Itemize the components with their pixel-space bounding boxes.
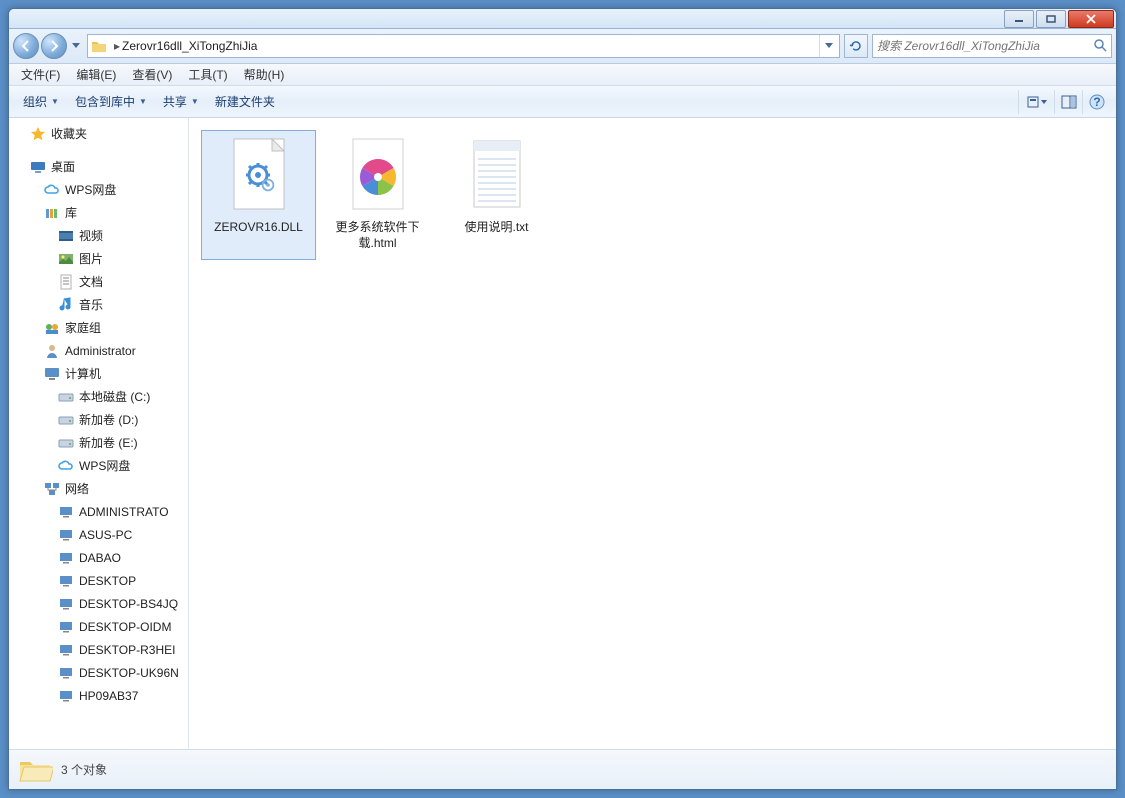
sidebar-videos[interactable]: 视频 <box>9 224 188 247</box>
pc-icon <box>57 664 75 682</box>
file-label: 使用说明.txt <box>464 220 528 236</box>
sidebar-net-3[interactable]: DESKTOP <box>9 569 188 592</box>
pc-icon <box>57 641 75 659</box>
refresh-button[interactable] <box>844 34 868 58</box>
file-label: 更多系统软件下载.html <box>326 220 429 251</box>
libraries-icon <box>43 204 61 222</box>
sidebar-music[interactable]: 音乐 <box>9 293 188 316</box>
search-box[interactable] <box>872 34 1112 58</box>
menu-edit[interactable]: 编辑(E) <box>68 64 124 86</box>
sidebar-local-c[interactable]: 本地磁盘 (C:) <box>9 385 188 408</box>
sidebar-wps2[interactable]: WPS网盘 <box>9 454 188 477</box>
sidebar-network[interactable]: 网络 <box>9 477 188 500</box>
preview-pane-button[interactable] <box>1054 90 1082 114</box>
address-bar[interactable]: ▸ Zerovr16dll_XiTongZhiJia <box>87 34 840 58</box>
file-item[interactable]: 使用说明.txt <box>439 130 554 260</box>
sidebar-libraries[interactable]: 库 <box>9 201 188 224</box>
sidebar-net-8[interactable]: HP09AB37 <box>9 684 188 707</box>
computer-icon <box>43 365 61 383</box>
sidebar-documents[interactable]: 文档 <box>9 270 188 293</box>
sidebar-wps[interactable]: WPS网盘 <box>9 178 188 201</box>
file-item[interactable]: ZEROVR16.DLL <box>201 130 316 260</box>
pc-icon <box>57 549 75 567</box>
menu-bar: 文件(F) 编辑(E) 查看(V) 工具(T) 帮助(H) <box>9 64 1116 86</box>
pc-icon <box>57 526 75 544</box>
file-list[interactable]: ZEROVR16.DLL <box>189 118 1116 749</box>
menu-tools[interactable]: 工具(T) <box>180 64 235 86</box>
include-button[interactable]: 包含到库中▼ <box>67 88 155 116</box>
share-button[interactable]: 共享▼ <box>155 88 207 116</box>
pc-icon <box>57 618 75 636</box>
menu-file[interactable]: 文件(F) <box>13 64 68 86</box>
sidebar-administrator[interactable]: Administrator <box>9 339 188 362</box>
menu-help[interactable]: 帮助(H) <box>236 64 293 86</box>
sidebar-vol-e[interactable]: 新加卷 (E:) <box>9 431 188 454</box>
sidebar-pictures[interactable]: 图片 <box>9 247 188 270</box>
folder-icon <box>17 754 53 786</box>
file-label: ZEROVR16.DLL <box>214 220 303 236</box>
pc-icon <box>57 572 75 590</box>
cloud-icon <box>57 457 75 475</box>
folder-icon <box>90 37 108 55</box>
star-icon <box>29 125 47 143</box>
user-icon <box>43 342 61 360</box>
file-item[interactable]: 更多系统软件下载.html <box>320 130 435 260</box>
sidebar-favorites[interactable]: 收藏夹 <box>9 122 188 145</box>
documents-icon <box>57 273 75 291</box>
breadcrumb-folder[interactable]: Zerovr16dll_XiTongZhiJia <box>122 39 819 53</box>
txt-icon <box>454 136 540 216</box>
breadcrumb-separator: ▸ <box>114 39 120 53</box>
sidebar-net-6[interactable]: DESKTOP-R3HEI <box>9 638 188 661</box>
homegroup-icon <box>43 319 61 337</box>
svg-text:?: ? <box>1093 95 1100 109</box>
toolbar: 组织▼ 包含到库中▼ 共享▼ 新建文件夹 ? <box>9 86 1116 118</box>
video-icon <box>57 227 75 245</box>
maximize-button[interactable] <box>1036 10 1066 28</box>
sidebar-net-4[interactable]: DESKTOP-BS4JQ <box>9 592 188 615</box>
sidebar[interactable]: 收藏夹 桌面 WPS网盘 库 视频 图片 <box>9 118 189 749</box>
view-options-button[interactable] <box>1018 90 1054 114</box>
titlebar[interactable] <box>9 9 1116 29</box>
drive-icon <box>57 434 75 452</box>
nav-history-dropdown[interactable] <box>69 36 83 56</box>
pc-icon <box>57 503 75 521</box>
search-input[interactable] <box>877 39 1093 53</box>
newfolder-button[interactable]: 新建文件夹 <box>207 88 283 116</box>
explorer-window: ▸ Zerovr16dll_XiTongZhiJia 文件(F) 编辑(E) 查… <box>8 8 1117 790</box>
pictures-icon <box>57 250 75 268</box>
help-button[interactable]: ? <box>1082 90 1110 114</box>
desktop-icon <box>29 158 47 176</box>
search-icon[interactable] <box>1093 38 1107 55</box>
drive-icon <box>57 388 75 406</box>
html-icon <box>335 136 421 216</box>
sidebar-computer[interactable]: 计算机 <box>9 362 188 385</box>
address-dropdown[interactable] <box>819 35 837 57</box>
minimize-button[interactable] <box>1004 10 1034 28</box>
sidebar-net-1[interactable]: ASUS-PC <box>9 523 188 546</box>
sidebar-vol-d[interactable]: 新加卷 (D:) <box>9 408 188 431</box>
sidebar-net-7[interactable]: DESKTOP-UK96N <box>9 661 188 684</box>
organize-button[interactable]: 组织▼ <box>15 88 67 116</box>
close-button[interactable] <box>1068 10 1114 28</box>
nav-bar: ▸ Zerovr16dll_XiTongZhiJia <box>9 29 1116 64</box>
status-bar: 3 个对象 <box>9 749 1116 789</box>
drive-icon <box>57 411 75 429</box>
back-button[interactable] <box>13 33 39 59</box>
status-text: 3 个对象 <box>61 761 107 778</box>
sidebar-desktop[interactable]: 桌面 <box>9 155 188 178</box>
sidebar-net-2[interactable]: DABAO <box>9 546 188 569</box>
pc-icon <box>57 595 75 613</box>
dll-icon <box>216 136 302 216</box>
sidebar-net-0[interactable]: ADMINISTRATO <box>9 500 188 523</box>
pc-icon <box>57 687 75 705</box>
body: 收藏夹 桌面 WPS网盘 库 视频 图片 <box>9 118 1116 749</box>
sidebar-homegroup[interactable]: 家庭组 <box>9 316 188 339</box>
sidebar-net-5[interactable]: DESKTOP-OIDM <box>9 615 188 638</box>
network-icon <box>43 480 61 498</box>
cloud-icon <box>43 181 61 199</box>
menu-view[interactable]: 查看(V) <box>124 64 180 86</box>
forward-button[interactable] <box>41 33 67 59</box>
music-icon <box>57 296 75 314</box>
